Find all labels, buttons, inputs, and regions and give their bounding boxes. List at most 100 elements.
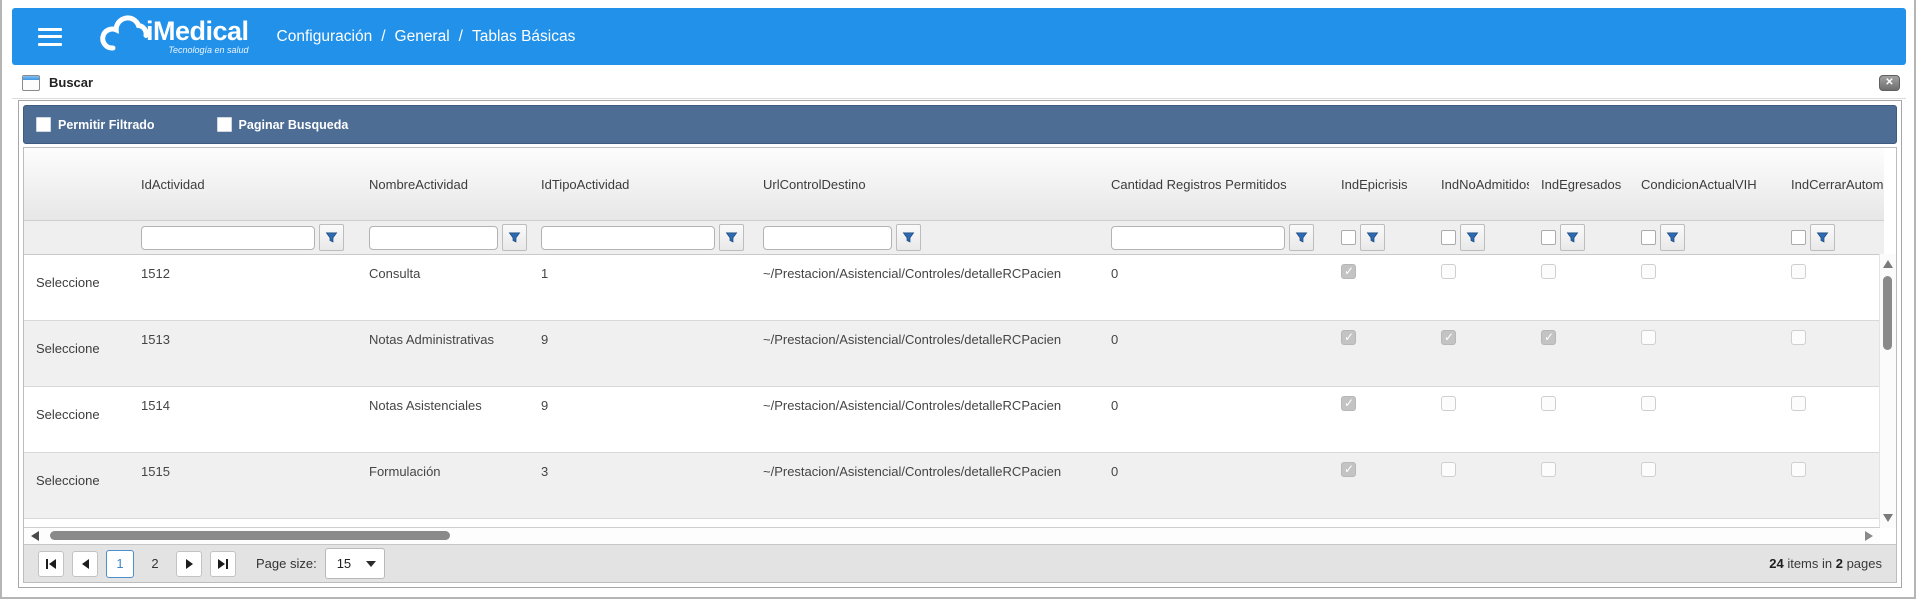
filter-funnel-icon[interactable] [1360, 224, 1385, 251]
column-header-select [24, 148, 129, 221]
current-page-button[interactable]: 1 [106, 550, 134, 578]
filter-input-nombreactividad[interactable] [369, 226, 498, 250]
row-checkbox-indcerrarautoma [1791, 330, 1806, 345]
data-cell: ~/Prestacion/Asistencial/Controles/detal… [751, 321, 1099, 387]
row-checkbox-indepicrisis [1341, 330, 1356, 345]
next-page-button[interactable] [176, 551, 202, 577]
permitir-filtrado-label: Permitir Filtrado [58, 118, 155, 132]
data-grid: IdActividadNombreActividadIdTipoActivida… [23, 147, 1897, 583]
page-button[interactable]: 2 [142, 551, 168, 577]
data-cell-flag [1779, 321, 1884, 387]
filter-funnel-icon[interactable] [1660, 224, 1685, 251]
permitir-filtrado-option[interactable]: Permitir Filtrado [36, 117, 155, 132]
data-cell-flag [1629, 387, 1779, 453]
last-page-button[interactable] [210, 551, 236, 577]
column-header-indnoadmitidos[interactable]: IndNoAdmitidos [1429, 148, 1529, 221]
column-header-idactividad[interactable]: IdActividad [129, 148, 357, 221]
row-checkbox-indegresados [1541, 330, 1556, 345]
grid-pager: 12 Page size: 15 24 items in 2 pages [24, 544, 1896, 582]
breadcrumb-item[interactable]: Configuración [277, 28, 373, 46]
filter-funnel-icon[interactable] [319, 224, 344, 251]
row-checkbox-indepicrisis [1341, 396, 1356, 411]
data-cell-flag [1629, 453, 1779, 519]
data-cell-flag [1329, 255, 1429, 321]
seleccione-link[interactable]: Seleccione [24, 387, 129, 453]
row-checkbox-indegresados [1541, 264, 1556, 279]
close-panel-button[interactable]: ✕ [1879, 75, 1900, 91]
brand-tagline: Tecnología en salud [146, 45, 249, 55]
column-header-condicionactualvih[interactable]: CondicionActualVIH [1629, 148, 1779, 221]
seleccione-link[interactable]: Seleccione [24, 255, 129, 321]
data-cell-flag [1779, 453, 1884, 519]
filter-funnel-icon[interactable] [896, 224, 921, 251]
grid-table: IdActividadNombreActividadIdTipoActivida… [24, 148, 1884, 583]
table-row: Seleccione1515Formulación3~/Prestacion/A… [24, 453, 1884, 519]
filter-funnel-icon[interactable] [502, 224, 527, 251]
row-checkbox-indepicrisis [1341, 462, 1356, 477]
filter-funnel-icon[interactable] [1810, 224, 1835, 251]
data-cell: 1512 [129, 255, 357, 321]
paginar-busqueda-option[interactable]: Paginar Busqueda [217, 117, 349, 132]
filter-cell [751, 221, 1099, 255]
filter-checkbox-indegresados[interactable] [1541, 230, 1556, 245]
window-icon [22, 75, 40, 91]
vertical-scrollbar[interactable] [1879, 254, 1896, 528]
filter-checkbox-indcerrarautoma[interactable] [1791, 230, 1806, 245]
scroll-right-icon[interactable] [1865, 531, 1873, 541]
search-titlebar: Buscar ✕ [12, 67, 1906, 99]
data-cell: 0 [1099, 255, 1329, 321]
prev-page-button[interactable] [72, 551, 98, 577]
column-header-indegresados[interactable]: IndEgresados [1529, 148, 1629, 221]
row-checkbox-indegresados [1541, 462, 1556, 477]
page-size-value: 15 [326, 556, 366, 571]
page: iMedical Tecnología en salud Configuraci… [0, 0, 1916, 599]
filter-input-cantidad-registros-permitidos[interactable] [1111, 226, 1285, 250]
row-checkbox-indnoadmitidos [1441, 396, 1456, 411]
data-cell-flag [1429, 255, 1529, 321]
table-row: Seleccione1514Notas Asistenciales9~/Pres… [24, 387, 1884, 453]
column-header-indepicrisis[interactable]: IndEpicrisis [1329, 148, 1429, 221]
data-cell-flag [1329, 453, 1429, 519]
filter-input-idtipoactividad[interactable] [541, 226, 715, 250]
data-cell: Notas Asistenciales [357, 387, 529, 453]
scroll-down-icon[interactable] [1883, 514, 1893, 522]
filter-cell [529, 221, 751, 255]
first-page-button[interactable] [38, 551, 64, 577]
breadcrumb-item[interactable]: Tablas Básicas [472, 28, 575, 46]
filter-toolbar: Permitir Filtrado Paginar Busqueda [23, 105, 1897, 144]
filter-cell [1779, 221, 1884, 255]
data-cell-flag [1429, 387, 1529, 453]
horizontal-scrollbar[interactable] [24, 527, 1880, 544]
column-header-indcerrarautoma[interactable]: IndCerrarAutoma [1779, 148, 1884, 221]
row-checkbox-condicionactualvih [1641, 462, 1656, 477]
data-cell: Notas Administrativas [357, 321, 529, 387]
filter-input-idactividad[interactable] [141, 226, 315, 250]
vertical-scroll-thumb[interactable] [1883, 276, 1892, 350]
hamburger-menu-icon[interactable] [38, 28, 62, 46]
column-header-cantidad-registros-permitidos[interactable]: Cantidad Registros Permitidos [1099, 148, 1329, 221]
column-header-urlcontroldestino[interactable]: UrlControlDestino [751, 148, 1099, 221]
scroll-up-icon[interactable] [1883, 260, 1893, 268]
scroll-left-icon[interactable] [31, 531, 39, 541]
filter-checkbox-condicionactualvih[interactable] [1641, 230, 1656, 245]
filter-funnel-icon[interactable] [1560, 224, 1585, 251]
filter-checkbox-indepicrisis[interactable] [1341, 230, 1356, 245]
paginar-busqueda-checkbox[interactable] [217, 117, 232, 132]
column-header-nombreactividad[interactable]: NombreActividad [357, 148, 529, 221]
filter-checkbox-indnoadmitidos[interactable] [1441, 230, 1456, 245]
seleccione-link[interactable]: Seleccione [24, 453, 129, 519]
data-cell-flag [1629, 255, 1779, 321]
permitir-filtrado-checkbox[interactable] [36, 117, 51, 132]
data-cell: 1514 [129, 387, 357, 453]
page-size-select[interactable]: 15 [325, 548, 385, 579]
horizontal-scroll-thumb[interactable] [50, 531, 450, 540]
filter-funnel-icon[interactable] [1289, 224, 1314, 251]
filter-funnel-icon[interactable] [719, 224, 744, 251]
filter-input-urlcontroldestino[interactable] [763, 226, 892, 250]
column-header-idtipoactividad[interactable]: IdTipoActividad [529, 148, 751, 221]
breadcrumb-separator: / [381, 28, 385, 46]
breadcrumb-item[interactable]: General [395, 28, 450, 46]
filter-funnel-icon[interactable] [1460, 224, 1485, 251]
data-cell: ~/Prestacion/Asistencial/Controles/detal… [751, 255, 1099, 321]
seleccione-link[interactable]: Seleccione [24, 321, 129, 387]
